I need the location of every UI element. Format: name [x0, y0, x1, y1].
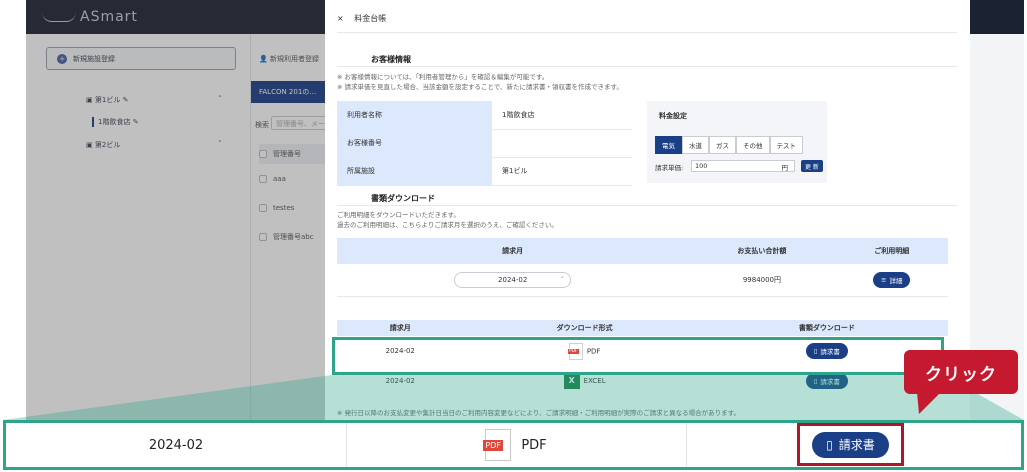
customer-info-title: お客様情報 [371, 55, 411, 64]
close-icon[interactable]: × [337, 14, 344, 23]
tab-electricity[interactable]: 電気 [655, 136, 682, 154]
zoom-month: 2024-02 [148, 437, 204, 453]
invoice-button[interactable]: ▯ 請求書 [805, 373, 848, 389]
update-button[interactable]: 更 新 [801, 160, 823, 172]
chevron-down-icon: ˅ [560, 275, 565, 284]
zoom-format: PDF PDF [346, 423, 686, 467]
table-row: お客様番号 [337, 129, 632, 158]
table-row: 所属施設 第1ビル [337, 157, 632, 186]
fee-settings-title: 料金設定 [659, 112, 687, 120]
customer-notes: ※ お客様情報については、「利用者管理から」を確認＆編集が可能です。 ※ 請求単… [337, 73, 623, 91]
document-icon: ▯ [826, 437, 833, 452]
panel-header: × 料金台帳 [337, 14, 387, 23]
click-target-highlight: ▯ 請求書 [797, 423, 904, 466]
billing-summary-table: 請求月 お支払い合計額 ご利用明細 2024-02 ˅ 9984000円 ≡ 詳細 [337, 238, 948, 297]
pdf-file-icon: PDF [483, 429, 512, 461]
divider [686, 423, 687, 467]
unit-price-input[interactable]: 100 円 [691, 160, 795, 172]
tab-other[interactable]: その他 [736, 136, 770, 154]
footer-note: ※ 発行日以降のお支払変更や集計日当日のご利用内容変更などにより、ご請求明細・ご… [337, 409, 740, 417]
divider [337, 32, 957, 33]
table-row: 利用者名称 1階飲食店 [337, 101, 632, 130]
table-header: 請求月 ダウンロード形式 書類ダウンロード [337, 320, 948, 336]
download-notes: ご利用明細をダウンロードいただきます。 過去のご利用明細は、こちらよりご請求月を… [337, 211, 558, 229]
table-header: 請求月 お支払い合計額 ご利用明細 [337, 238, 948, 264]
modal-backdrop[interactable] [26, 0, 326, 420]
tab-water[interactable]: 水道 [682, 136, 709, 154]
fee-settings-box: 料金設定 電気 水道 ガス その他 テスト 請求単価: 100 円 更 新 [647, 101, 827, 183]
detail-button[interactable]: ≡ 詳細 [873, 271, 911, 288]
download-section-title: 書類ダウンロード [371, 194, 435, 203]
customer-info-table: 利用者名称 1階飲食店 お客様番号 所属施設 第1ビル [337, 101, 632, 186]
divider [337, 66, 957, 67]
invoice-button[interactable]: ▯ 請求書 [812, 431, 889, 458]
divider [337, 205, 957, 206]
utility-tabs: 電気 水道 ガス その他 テスト [655, 136, 803, 154]
document-icon: ▯ [813, 377, 818, 385]
unit-price-label: 請求単価: [655, 164, 684, 172]
table-row: 2024-02 ˅ 9984000円 ≡ 詳細 [337, 264, 948, 297]
tab-gas[interactable]: ガス [709, 136, 736, 154]
tab-test[interactable]: テスト [769, 136, 803, 154]
billing-month-select[interactable]: 2024-02 ˅ [454, 271, 572, 288]
menu-icon: ≡ [881, 275, 887, 284]
highlight-row-frame [332, 337, 944, 375]
excel-file-icon: X [563, 373, 580, 389]
click-callout: クリック [904, 350, 1018, 394]
